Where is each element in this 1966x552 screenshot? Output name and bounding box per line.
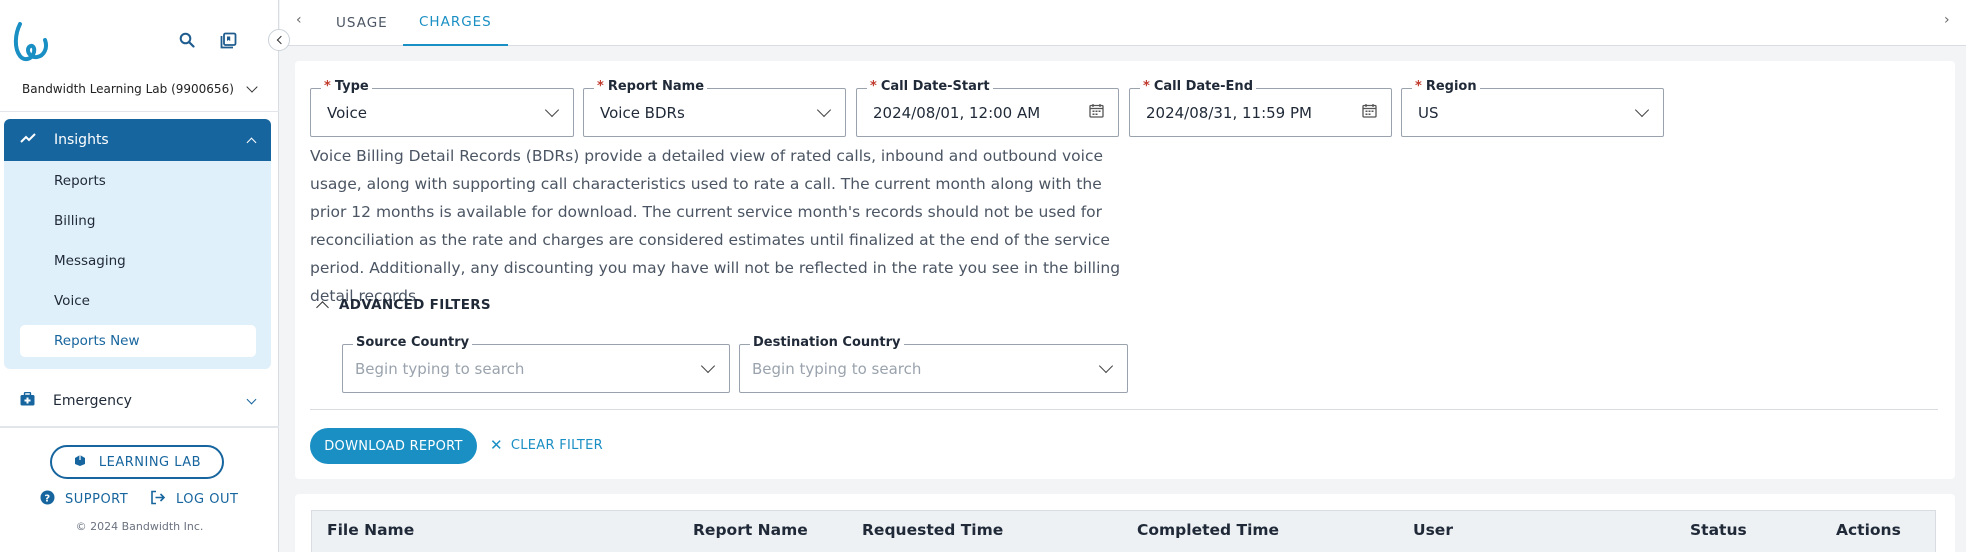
clear-filter-button[interactable]: ✕ CLEAR FILTER — [490, 436, 603, 454]
help-circle-icon: ? — [40, 490, 55, 509]
tab-bar: ‹ USAGE CHARGES › — [280, 0, 1966, 46]
source-country-input[interactable]: Source Country Begin typing to search — [342, 335, 730, 393]
report-name-label: Report Name — [607, 79, 705, 94]
support-link[interactable]: ? SUPPORT — [40, 490, 128, 509]
learning-lab-button[interactable]: LEARNING LAB — [50, 445, 224, 479]
column-header-actions: Actions — [1836, 521, 1901, 539]
nav-item-reports-new[interactable]: Reports New — [20, 325, 256, 357]
support-label: SUPPORT — [65, 492, 129, 507]
logout-icon — [150, 490, 166, 509]
divider — [0, 426, 279, 428]
nav-item-voice[interactable]: Voice — [4, 281, 271, 321]
column-header-completed-time[interactable]: Completed Time — [1137, 521, 1279, 539]
destination-country-label: Destination Country — [750, 335, 904, 350]
divider — [310, 409, 1938, 410]
library-icon[interactable] — [218, 30, 238, 50]
advanced-filters-toggle[interactable]: ADVANCED FILTERS — [316, 297, 491, 314]
region-select[interactable]: * Region US — [1401, 79, 1664, 137]
destination-country-placeholder: Begin typing to search — [752, 360, 922, 378]
nav-item-reports[interactable]: Reports — [4, 161, 271, 201]
required-marker: * — [1143, 79, 1150, 94]
calendar-icon[interactable] — [1089, 103, 1104, 122]
report-description: Voice Billing Detail Records (BDRs) prov… — [310, 147, 1121, 305]
medical-kit-icon — [20, 391, 35, 410]
region-label: Region — [1425, 79, 1477, 94]
nav-item-label: Emergency — [53, 393, 132, 409]
required-marker: * — [870, 79, 877, 94]
call-date-end-value: 2024/08/31, 11:59 PM — [1146, 104, 1312, 122]
region-value: US — [1418, 104, 1439, 122]
required-marker: * — [597, 79, 604, 94]
close-icon: ✕ — [490, 436, 503, 454]
learning-lab-label: LEARNING LAB — [98, 454, 202, 470]
column-header-file-name[interactable]: File Name — [327, 521, 414, 539]
chevron-down-icon — [700, 358, 716, 374]
account-name: Bandwidth Learning Lab (9900656) — [22, 82, 234, 96]
source-country-label: Source Country — [353, 335, 473, 350]
clear-filter-label: CLEAR FILTER — [510, 437, 604, 453]
required-marker: * — [324, 79, 331, 94]
type-value: Voice — [327, 104, 367, 122]
destination-country-input[interactable]: Destination Country Begin typing to sear… — [739, 335, 1128, 393]
sidebar-collapse-button[interactable] — [268, 29, 290, 51]
chevron-down-icon — [1098, 358, 1114, 374]
call-date-end-picker[interactable]: * Call Date-End 2024/08/31, 11:59 PM — [1129, 79, 1392, 137]
tab-scroll-right-icon[interactable]: › — [1944, 12, 1950, 28]
required-marker: * — [1415, 79, 1422, 94]
call-date-start-picker[interactable]: * Call Date-Start 2024/08/01, 12:00 AM — [856, 79, 1119, 137]
logout-label: LOG OUT — [176, 492, 239, 507]
column-header-requested-time[interactable]: Requested Time — [862, 521, 1003, 539]
chevron-up-icon — [316, 301, 329, 314]
column-header-status[interactable]: Status — [1690, 521, 1747, 539]
chevron-down-icon — [544, 102, 560, 118]
download-report-button[interactable]: DOWNLOAD REPORT — [310, 428, 477, 464]
trending-up-icon — [20, 132, 36, 148]
divider — [0, 111, 279, 112]
chevron-down-icon — [816, 102, 832, 118]
column-header-report-name[interactable]: Report Name — [693, 521, 808, 539]
tab-usage[interactable]: USAGE — [320, 0, 404, 46]
sidebar: Bandwidth Learning Lab (9900656) Insight… — [0, 0, 279, 552]
call-date-end-label: Call Date-End — [1153, 79, 1253, 94]
chevron-down-icon — [246, 394, 257, 404]
reports-table-header: File Name Report Name Requested Time Com… — [311, 510, 1936, 552]
svg-text:?: ? — [44, 493, 50, 504]
nav-group-insights: Insights Reports Billing Messaging Voice… — [4, 119, 271, 369]
copyright: © 2024 Bandwidth Inc. — [75, 520, 204, 533]
nav-item-emergency[interactable]: Emergency — [4, 383, 271, 419]
report-name-value: Voice BDRs — [600, 104, 685, 122]
call-date-start-value: 2024/08/01, 12:00 AM — [873, 104, 1041, 122]
type-label: Type — [334, 79, 369, 94]
nav-item-label: Insights — [54, 132, 109, 148]
search-icon[interactable] — [177, 30, 197, 50]
chevron-down-icon — [1634, 102, 1650, 118]
tab-scroll-left-icon[interactable]: ‹ — [296, 12, 302, 28]
call-date-start-label: Call Date-Start — [880, 79, 990, 94]
chevron-down-icon — [246, 81, 258, 93]
chevron-left-icon — [276, 35, 285, 45]
bandwidth-logo-icon[interactable] — [12, 20, 52, 62]
lab-flask-icon — [73, 453, 87, 471]
logout-link[interactable]: LOG OUT — [150, 490, 238, 509]
tab-charges[interactable]: CHARGES — [403, 0, 508, 46]
nav-item-messaging[interactable]: Messaging — [4, 241, 271, 281]
advanced-filters-label: ADVANCED FILTERS — [339, 297, 491, 313]
column-header-user[interactable]: User — [1413, 521, 1453, 539]
report-name-select[interactable]: * Report Name Voice BDRs — [583, 79, 846, 137]
chevron-up-icon — [246, 137, 257, 147]
type-select[interactable]: * Type Voice — [310, 79, 574, 137]
account-selector[interactable]: Bandwidth Learning Lab (9900656) — [22, 79, 262, 99]
nav-item-insights[interactable]: Insights — [4, 119, 271, 161]
source-country-placeholder: Begin typing to search — [355, 360, 525, 378]
nav-item-billing[interactable]: Billing — [4, 201, 271, 241]
calendar-icon[interactable] — [1362, 103, 1377, 122]
